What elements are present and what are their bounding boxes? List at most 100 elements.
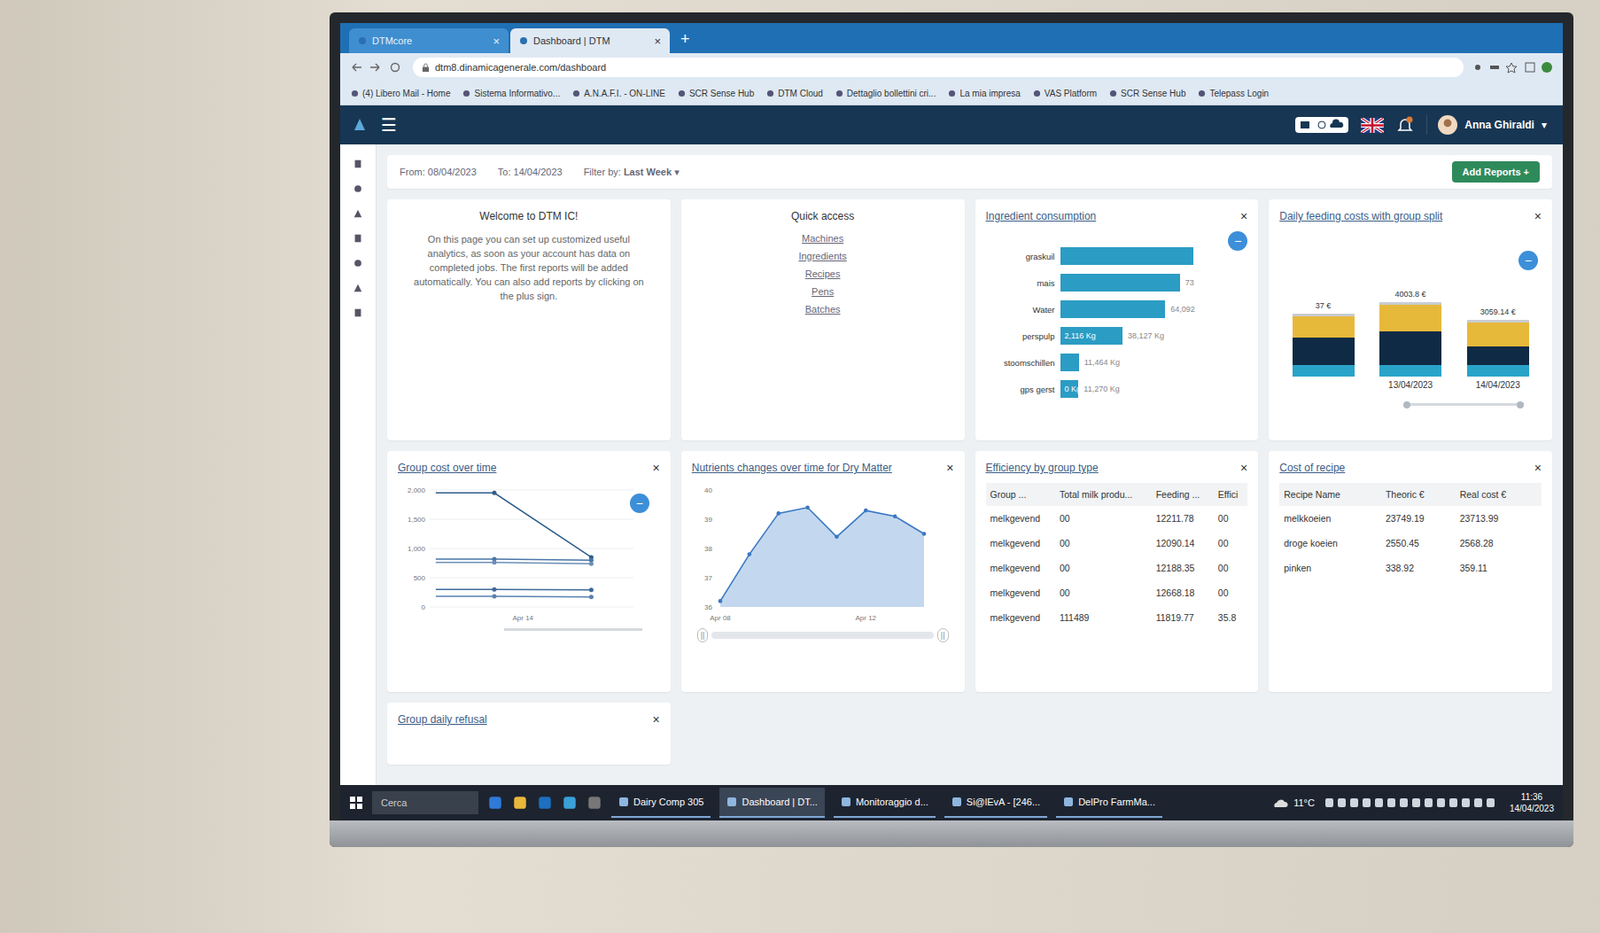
close-tab-button[interactable]: ×: [653, 34, 661, 48]
pinned-app-icon[interactable]: [536, 794, 553, 811]
close-card-button[interactable]: ×: [652, 461, 661, 474]
close-card-button[interactable]: ×: [1240, 209, 1248, 223]
taskbar-app[interactable]: Dashboard | DT...: [719, 787, 824, 818]
quick-link[interactable]: Machines: [801, 233, 844, 244]
sidebar-item-icon[interactable]: [352, 257, 364, 269]
windows-start-icon[interactable]: [349, 795, 364, 810]
pinned-app-icon[interactable]: [487, 794, 504, 811]
navigation-icon[interactable]: [350, 61, 404, 74]
add-reports-button[interactable]: Add Reports +: [1452, 161, 1540, 183]
data-point[interactable]: [863, 508, 869, 513]
pinned-app-icon[interactable]: [561, 794, 578, 811]
bookmark[interactable]: A.N.A.F.I. - ON-LINE: [572, 88, 666, 99]
card-title[interactable]: Group cost over time: [397, 461, 497, 474]
bookmark[interactable]: SCR Sense Hub: [1109, 88, 1186, 99]
bar[interactable]: 2,116 Kg: [1060, 326, 1124, 345]
bar[interactable]: [1060, 247, 1194, 265]
sidebar-item-icon[interactable]: [352, 233, 364, 244]
sidebar-item-icon[interactable]: [352, 158, 364, 170]
to-date[interactable]: To: 14/04/2023: [497, 166, 563, 178]
card-title[interactable]: Cost of recipe: [1279, 461, 1345, 474]
taskbar-search[interactable]: Cerca: [372, 791, 479, 815]
bookmark[interactable]: Telepass Login: [1197, 88, 1269, 99]
close-tab-button[interactable]: ×: [492, 34, 500, 48]
taskbar-app[interactable]: DelPro FarmMa...: [1056, 787, 1163, 818]
clock[interactable]: 11:3614/04/2023: [1509, 791, 1554, 815]
close-card-button[interactable]: ×: [1534, 209, 1542, 223]
bookmark[interactable]: Dettaglio bollettini cri...: [835, 88, 937, 99]
view-toggle-icon[interactable]: [1295, 116, 1349, 134]
data-point[interactable]: [589, 587, 594, 592]
column-header[interactable]: Feeding ...: [1151, 482, 1214, 506]
column-header[interactable]: Real cost €: [1455, 482, 1542, 506]
taskbar-app[interactable]: Dairy Comp 305: [611, 787, 711, 818]
bookmark[interactable]: DTM Cloud: [766, 88, 824, 99]
quick-link[interactable]: Batches: [805, 303, 841, 315]
stacked-bar[interactable]: 37 €: [1292, 301, 1355, 391]
system-tray-icons[interactable]: [1323, 796, 1501, 809]
data-point[interactable]: [805, 505, 810, 511]
bar[interactable]: [1060, 353, 1080, 372]
data-point[interactable]: [717, 598, 723, 604]
pinned-app-icon[interactable]: [512, 794, 529, 811]
data-point[interactable]: [776, 511, 781, 516]
bar[interactable]: [1060, 273, 1181, 292]
data-point[interactable]: [491, 490, 497, 496]
close-card-button[interactable]: ×: [1240, 461, 1248, 474]
column-header[interactable]: Recipe Name: [1279, 482, 1382, 506]
toolbar-icons[interactable]: [1472, 61, 1553, 74]
bookmark[interactable]: SCR Sense Hub: [677, 88, 754, 99]
collapse-button[interactable]: −: [629, 493, 650, 513]
user-menu[interactable]: Anna Ghiraldi▾: [1426, 115, 1547, 135]
bar[interactable]: [1060, 300, 1166, 319]
range-slider[interactable]: [504, 628, 643, 631]
data-point[interactable]: [921, 531, 926, 536]
bookmark[interactable]: (4) Libero Mail - Home: [350, 88, 451, 99]
sidebar-item-icon[interactable]: [352, 208, 364, 219]
from-date[interactable]: From: 08/04/2023: [399, 166, 477, 178]
close-card-button[interactable]: ×: [1534, 461, 1542, 474]
sidebar-item-icon[interactable]: [352, 307, 364, 319]
column-header[interactable]: Group ...: [986, 482, 1056, 506]
range-slider[interactable]: ||||: [691, 628, 955, 643]
sidebar-item-icon[interactable]: [352, 183, 364, 195]
bar[interactable]: 0 Kg: [1060, 380, 1080, 398]
collapse-button[interactable]: −: [1227, 231, 1248, 251]
pinned-app-icon[interactable]: [586, 794, 603, 811]
stacked-bar[interactable]: 3059.14 € 14/04/2023: [1467, 307, 1530, 391]
bookmark[interactable]: Sistema Informativo...: [462, 88, 560, 99]
quick-link[interactable]: Pens: [811, 286, 834, 297]
sidebar-item-icon[interactable]: [352, 282, 364, 294]
quick-link[interactable]: Ingredients: [798, 250, 847, 262]
data-point[interactable]: [589, 561, 594, 567]
data-point[interactable]: [746, 551, 752, 557]
uk-flag-icon[interactable]: [1360, 117, 1384, 133]
collapse-button[interactable]: −: [1518, 250, 1538, 271]
bookmark[interactable]: La mia impresa: [947, 88, 1020, 99]
bell-icon[interactable]: [1396, 116, 1414, 134]
data-point[interactable]: [834, 535, 839, 540]
data-point[interactable]: [491, 559, 497, 565]
data-point[interactable]: [589, 594, 594, 599]
new-tab-button[interactable]: +: [671, 30, 700, 54]
weather[interactable]: 11°C: [1271, 797, 1315, 808]
taskbar-app[interactable]: Si@lEvA - [246...: [944, 787, 1048, 818]
card-title[interactable]: Group daily refusal: [397, 713, 488, 726]
taskbar-app[interactable]: Monitoraggio d...: [833, 787, 936, 818]
bookmark[interactable]: VAS Platform: [1033, 88, 1097, 99]
stacked-bar[interactable]: 4003.8 € 13/04/2023: [1379, 289, 1442, 391]
close-card-button[interactable]: ×: [946, 461, 954, 474]
data-point[interactable]: [491, 587, 497, 592]
card-title[interactable]: Ingredient consumption: [986, 209, 1097, 223]
card-title[interactable]: Efficiency by group type: [986, 461, 1099, 474]
data-point[interactable]: [491, 594, 497, 599]
quick-link[interactable]: Recipes: [805, 268, 841, 280]
menu-button[interactable]: ☰: [380, 114, 397, 136]
card-title[interactable]: Nutrients changes over time for Dry Matt…: [691, 461, 893, 474]
range-slider[interactable]: [1403, 403, 1524, 406]
filter-dropdown[interactable]: Filter by: Last Week ▾: [583, 166, 680, 179]
column-header[interactable]: Theoric €: [1381, 482, 1456, 506]
url-field[interactable]: dtm8.dinamicagenerale.com/dashboard: [412, 57, 1464, 78]
card-title[interactable]: Daily feeding costs with group split: [1279, 209, 1443, 223]
close-card-button[interactable]: ×: [652, 713, 661, 726]
